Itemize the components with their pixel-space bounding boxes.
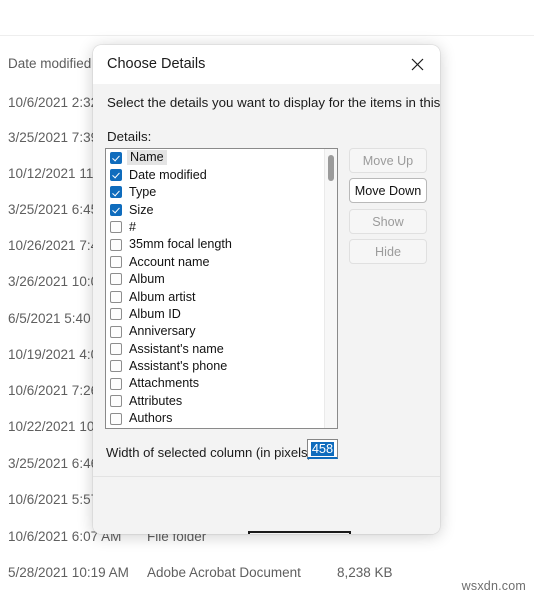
cell-date: 10/6/2021 2:32 [8, 95, 99, 110]
cell-date: 10/26/2021 7:4 [8, 238, 99, 253]
checkbox-icon[interactable] [110, 273, 122, 286]
cell-date: 3/26/2021 10:0 [8, 274, 99, 289]
close-button[interactable] [395, 45, 440, 84]
list-item[interactable]: 35mm focal length [106, 236, 325, 253]
list-item-label: Attachments [129, 376, 199, 391]
list-item[interactable]: Size [106, 201, 325, 218]
cell-date: 10/19/2021 4:0 [8, 347, 99, 362]
hide-label: Hide [375, 244, 401, 259]
dialog-body: Select the details you want to display f… [93, 84, 440, 534]
list-item[interactable]: Attachments [106, 375, 325, 392]
move-down-button[interactable]: Move Down [349, 178, 427, 203]
cell-date: 10/22/2021 10 [8, 419, 95, 434]
list-item-label: Date modified [129, 167, 207, 182]
cell-date: 3/25/2021 6:45 [8, 202, 99, 217]
list-item-label: Authors [129, 411, 173, 426]
list-item-label: Album artist [129, 289, 196, 304]
details-scrollbar[interactable] [324, 149, 337, 428]
list-item[interactable]: Album artist [106, 288, 325, 305]
list-item[interactable]: Album ID [106, 306, 325, 323]
list-item[interactable]: Date modified [106, 166, 325, 183]
footer-divider [93, 476, 440, 477]
list-item-label: Size [129, 202, 154, 217]
checkbox-icon[interactable] [110, 151, 122, 164]
hide-button[interactable]: Hide [349, 239, 427, 264]
move-down-label: Move Down [354, 183, 422, 198]
list-item[interactable]: Assistant's phone [106, 358, 325, 375]
show-button[interactable]: Show [349, 209, 427, 234]
column-width-value: 458 [310, 440, 335, 456]
list-item-label: # [129, 219, 137, 234]
ok-focus-ring [248, 531, 351, 534]
list-item[interactable]: Attributes [106, 392, 325, 409]
cell-date: 10/12/2021 11 [8, 166, 94, 181]
move-up-label: Move Up [362, 153, 414, 168]
toolbar-divider [0, 35, 534, 36]
checkbox-icon[interactable] [110, 203, 122, 216]
checkbox-icon[interactable] [110, 412, 122, 425]
checkbox-icon[interactable] [110, 360, 122, 373]
checkbox-icon[interactable] [110, 308, 122, 321]
cell-size: 8,238 KB [337, 565, 393, 580]
cell-date: 6/5/2021 5:40 [8, 311, 91, 326]
checkbox-icon[interactable] [110, 238, 122, 251]
list-item[interactable]: Authors [106, 410, 325, 427]
cell-date: 10/6/2021 7:26 [8, 383, 99, 398]
cell-date: 10/6/2021 5:57 [8, 492, 99, 507]
move-up-button[interactable]: Move Up [349, 148, 427, 173]
list-item[interactable]: # [106, 219, 325, 236]
table-row[interactable]: 5/28/2021 10:19 AM Adobe Acrobat Document… [0, 565, 534, 585]
list-item-label: Account name [129, 254, 210, 269]
list-item[interactable]: Album [106, 271, 325, 288]
checkbox-icon[interactable] [110, 342, 122, 355]
column-header[interactable]: Date modified [8, 56, 91, 71]
list-item-label: Assistant's phone [129, 359, 228, 374]
checkbox-icon[interactable] [110, 290, 122, 303]
list-item-label: Anniversary [129, 324, 196, 339]
list-item[interactable]: Anniversary [106, 323, 325, 340]
cell-date: 3/25/2021 6:46 [8, 456, 99, 471]
checkbox-icon[interactable] [110, 395, 122, 408]
list-item-label: Type [129, 185, 157, 200]
details-list: Name Date modified Type Size #35mm focal len… [106, 149, 325, 427]
checkbox-icon[interactable] [110, 221, 122, 234]
dialog-titlebar: Choose Details [93, 45, 440, 84]
dialog-title: Choose Details [107, 56, 206, 72]
list-item[interactable]: Assistant's name [106, 340, 325, 357]
cell-date: 3/25/2021 7:39 [8, 130, 99, 145]
details-label: Details: [107, 129, 152, 144]
list-item-label: Attributes [129, 393, 183, 408]
details-listbox[interactable]: Name Date modified Type Size #35mm focal len… [105, 148, 338, 429]
checkbox-icon[interactable] [110, 256, 122, 269]
list-item[interactable]: Name [106, 149, 325, 166]
column-width-input[interactable]: 458 [307, 439, 338, 459]
details-scrollbar-thumb[interactable] [328, 155, 334, 181]
checkbox-icon[interactable] [110, 169, 122, 182]
dialog-instruction: Select the details you want to display f… [107, 95, 440, 110]
list-item[interactable]: Account name [106, 253, 325, 270]
list-item-label: Album [129, 272, 165, 287]
checkbox-icon[interactable] [110, 186, 122, 199]
show-label: Show [372, 214, 404, 229]
width-label: Width of selected column (in pixels): [106, 445, 316, 460]
choose-details-dialog: Choose Details Select the details you wa… [93, 45, 440, 534]
checkbox-icon[interactable] [110, 325, 122, 338]
cell-type: Adobe Acrobat Document [147, 565, 301, 580]
list-item-label: Name [127, 150, 167, 165]
list-item-label: Album ID [129, 306, 181, 321]
cell-date: 5/28/2021 10:19 AM [8, 565, 129, 580]
list-item-label: Assistant's name [129, 341, 224, 356]
list-item[interactable]: Type [106, 184, 325, 201]
close-icon [411, 58, 424, 71]
list-item-label: 35mm focal length [129, 237, 232, 252]
watermark: wsxdn.com [461, 579, 526, 593]
checkbox-icon[interactable] [110, 377, 122, 390]
